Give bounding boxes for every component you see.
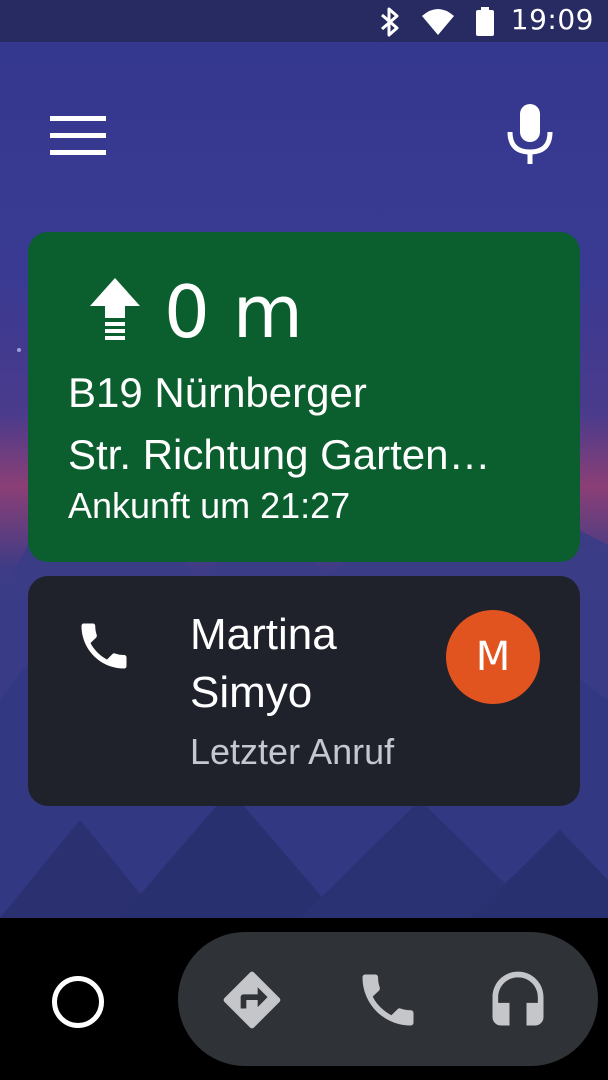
- status-bar: 19:09: [0, 0, 608, 42]
- navigation-icon: [223, 971, 281, 1029]
- arrow-straight-icon: [88, 276, 142, 346]
- arrival-time: Ankunft um 21:27: [68, 485, 351, 526]
- wifi-icon: [420, 6, 456, 42]
- navigation-app-button[interactable]: [218, 966, 286, 1034]
- media-app-button[interactable]: [484, 966, 552, 1034]
- phone-icon: [362, 974, 414, 1026]
- avatar: M: [446, 610, 540, 704]
- call-subtitle: Letzter Anruf: [190, 731, 395, 772]
- bottom-app-bar: [0, 918, 608, 1080]
- phone-icon: [74, 616, 134, 680]
- voice-search-button[interactable]: [504, 102, 556, 168]
- bluetooth-icon: [378, 6, 402, 42]
- navigation-card[interactable]: 0 m B19 Nürnberger Str. Richtung Garten……: [28, 232, 580, 562]
- phone-app-button[interactable]: [354, 966, 422, 1034]
- headphones-icon: [492, 971, 544, 1026]
- caller-name-line2: Simyo: [190, 668, 313, 717]
- battery-icon: [474, 6, 496, 42]
- distance-to-turn: 0 m: [164, 270, 303, 354]
- status-time: 19:09: [510, 3, 594, 36]
- recent-call-card[interactable]: Martina Simyo Letzter Anruf M: [28, 576, 580, 806]
- microphone-icon: [507, 104, 553, 164]
- menu-button[interactable]: [48, 116, 108, 156]
- android-auto-screen: 19:09 0 m B19 Nürnberger Str. Richtung G…: [0, 0, 608, 1080]
- street-name-line2: Str. Richtung Garten…: [68, 431, 491, 478]
- caller-name: Martina Simyo: [190, 606, 337, 722]
- home-circle-icon[interactable]: [52, 976, 104, 1028]
- menu-icon: [50, 116, 106, 155]
- app-switcher: [178, 932, 598, 1066]
- caller-name-line1: Martina: [190, 610, 337, 659]
- street-name-line1: B19 Nürnberger: [68, 369, 367, 416]
- street-name: B19 Nürnberger Str. Richtung Garten…: [68, 362, 548, 486]
